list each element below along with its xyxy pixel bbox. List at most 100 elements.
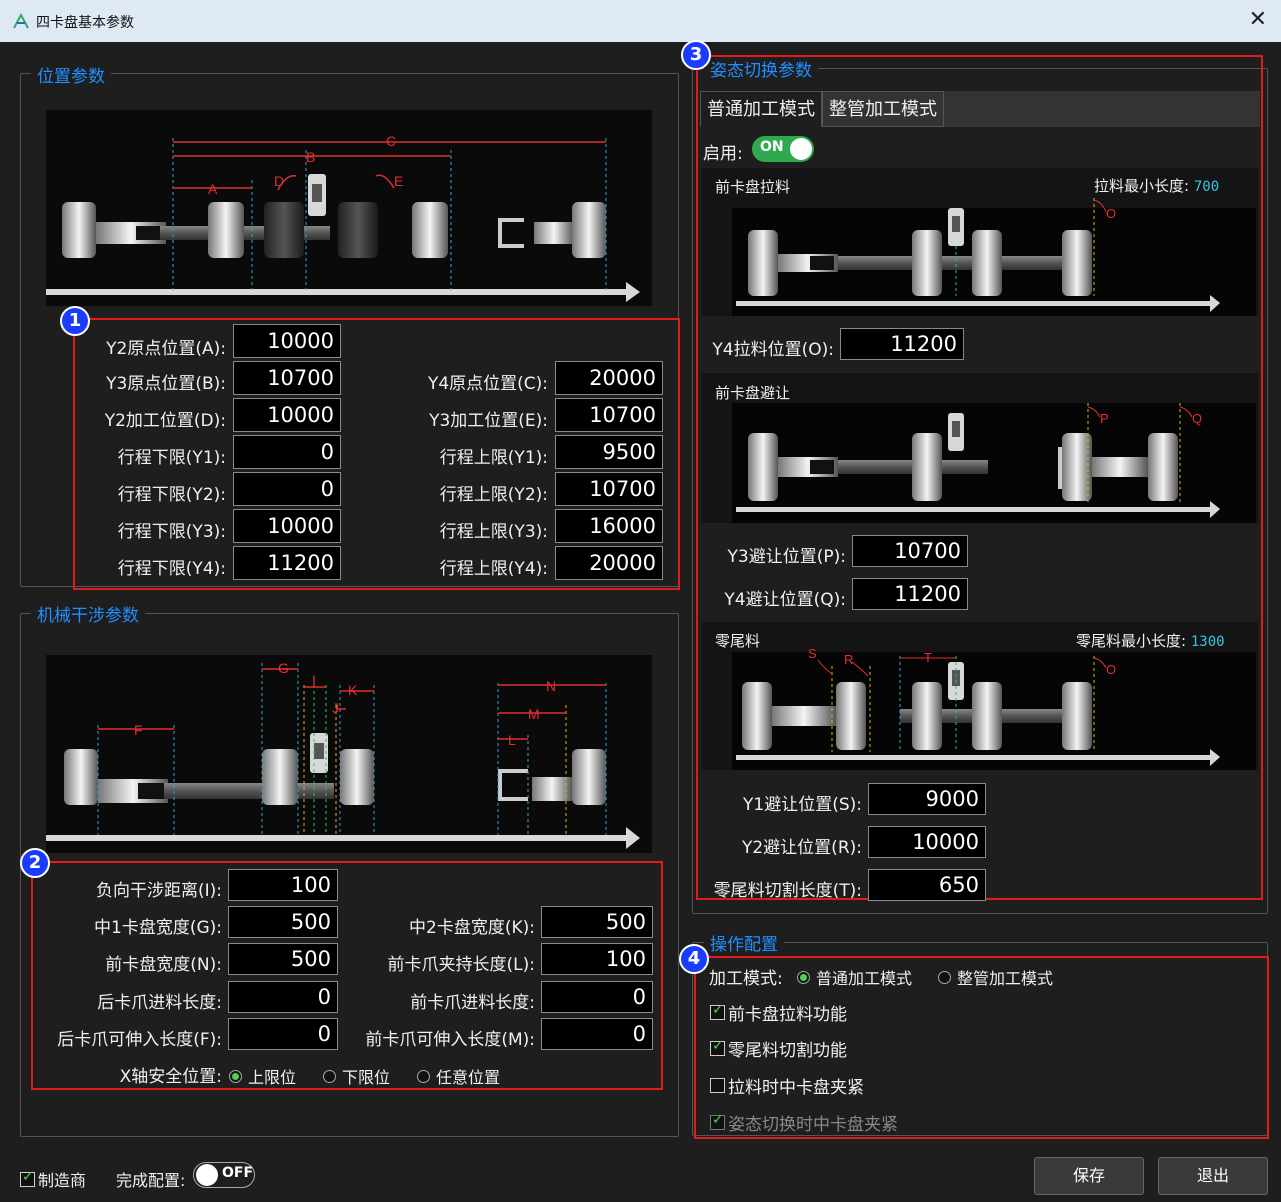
- field-label: 行程下限(Y1):: [117, 448, 226, 468]
- mode-whole-pipe-radio[interactable]: 整管加工模式: [938, 965, 1053, 989]
- field-label: Y2原点位置(A):: [106, 339, 226, 359]
- interference-diagram-drawing: F G I J K N M L: [46, 660, 640, 849]
- close-icon[interactable]: ✕: [1249, 7, 1267, 32]
- position-group-title: 位置参数: [31, 62, 111, 87]
- field-label: 前卡爪可伸入长度(M):: [365, 1030, 535, 1050]
- label-r: R: [844, 652, 853, 667]
- y4-max-input[interactable]: 20000: [555, 546, 663, 580]
- rear-reach-input[interactable]: 0: [228, 1018, 338, 1050]
- field-label: 负向干涉距离(I):: [95, 881, 222, 901]
- tab-whole-pipe-mode[interactable]: 整管加工模式: [822, 91, 944, 127]
- y1-avoid-input[interactable]: 9000: [868, 783, 986, 815]
- badge-2: 2: [20, 848, 50, 878]
- field-label: 中1卡盘宽度(G):: [94, 918, 222, 938]
- y2-max-input[interactable]: 10700: [555, 472, 663, 506]
- y4-min-input[interactable]: 11200: [233, 546, 341, 580]
- front-pull-checkbox[interactable]: 前卡盘拉料功能: [710, 1000, 847, 1025]
- y2-process-input[interactable]: 10000: [233, 398, 341, 432]
- label-p: P: [1100, 411, 1109, 426]
- y4-origin-input[interactable]: 20000: [555, 361, 663, 395]
- exit-button[interactable]: 退出: [1158, 1157, 1268, 1195]
- badge-1: 1: [60, 306, 90, 336]
- field-label: Y4原点位置(C):: [427, 374, 548, 394]
- tail-cut-length-input[interactable]: 650: [868, 869, 986, 901]
- field-label: Y3加工位置(E):: [429, 411, 548, 431]
- field-label: Y2加工位置(D):: [104, 411, 226, 431]
- field-label: 行程下限(Y3):: [117, 522, 226, 542]
- label-o2: O: [1106, 662, 1116, 677]
- y3-max-input[interactable]: 16000: [555, 509, 663, 543]
- y2-avoid-input[interactable]: 10000: [868, 826, 986, 858]
- y2-min-input[interactable]: 0: [233, 472, 341, 506]
- label-d: D: [274, 173, 284, 189]
- y4-avoid-input[interactable]: 11200: [852, 578, 968, 610]
- front-width-input[interactable]: 500: [228, 943, 338, 975]
- front-reach-input[interactable]: 0: [541, 1018, 653, 1050]
- complete-toggle-text: OFF: [222, 1165, 254, 1181]
- enable-toggle-text: ON: [760, 139, 784, 155]
- pull-min-length: 拉料最小长度: 700: [1094, 177, 1220, 195]
- label-s: S: [808, 646, 817, 661]
- position-diagram: C B A D E: [46, 110, 652, 306]
- y1-max-input[interactable]: 9500: [555, 435, 663, 469]
- label-a: A: [208, 181, 218, 197]
- neg-interference-input[interactable]: 100: [228, 869, 338, 901]
- checkbox-checked-icon: [710, 1112, 725, 1130]
- x-safe-upper-radio[interactable]: 上限位: [229, 1064, 296, 1088]
- y3-avoid-input[interactable]: 10700: [852, 535, 968, 567]
- mid1-width-input[interactable]: 500: [228, 906, 338, 938]
- enable-label: 启用:: [703, 144, 743, 164]
- x-safe-label: X轴安全位置:: [119, 1067, 222, 1087]
- badge-4: 4: [679, 944, 709, 974]
- radio-icon: [417, 1069, 430, 1083]
- radio-icon: [938, 970, 951, 984]
- window-title: 四卡盘基本参数: [36, 15, 134, 31]
- x-safe-lower-radio[interactable]: 下限位: [323, 1064, 390, 1088]
- field-label: Y3避让位置(P):: [727, 547, 846, 567]
- enable-toggle[interactable]: ON: [752, 136, 814, 162]
- field-label: 行程上限(Y1):: [439, 448, 548, 468]
- operation-group-title: 操作配置: [704, 930, 784, 955]
- y3-process-input[interactable]: 10700: [555, 398, 663, 432]
- complete-config-label: 完成配置:: [116, 1171, 186, 1190]
- field-label: 后卡爪可伸入长度(F):: [57, 1030, 222, 1050]
- toggle-knob: [196, 1164, 218, 1186]
- tail-caption: 零尾料: [715, 632, 761, 650]
- field-label: 后卡爪进料长度:: [97, 993, 222, 1013]
- field-label: Y1避让位置(S):: [743, 795, 862, 815]
- y1-min-input[interactable]: 0: [233, 435, 341, 469]
- front-feed-length-input[interactable]: 0: [541, 981, 653, 1013]
- label-n: N: [546, 678, 556, 694]
- field-label: 行程上限(Y3):: [439, 522, 548, 542]
- label-g: G: [278, 660, 289, 676]
- checkbox-checked-icon: [710, 1002, 725, 1020]
- label-b: B: [306, 149, 315, 165]
- manufacturer-checkbox[interactable]: 制造商: [20, 1167, 86, 1191]
- x-safe-any-radio[interactable]: 任意位置: [417, 1064, 500, 1088]
- rear-feed-length-input[interactable]: 0: [228, 981, 338, 1013]
- radio-icon: [323, 1069, 336, 1083]
- tail-min-length: 零尾料最小长度: 1300: [1076, 632, 1225, 650]
- label-c: C: [386, 133, 396, 149]
- tail-cut-checkbox[interactable]: 零尾料切割功能: [710, 1036, 847, 1061]
- field-label: Y4避让位置(Q):: [724, 590, 846, 610]
- complete-config-toggle[interactable]: OFF: [193, 1162, 255, 1188]
- label-e: E: [394, 173, 403, 189]
- save-button[interactable]: 保存: [1034, 1157, 1144, 1195]
- y3-min-input[interactable]: 10000: [233, 509, 341, 543]
- tab-normal-mode[interactable]: 普通加工模式: [700, 91, 822, 127]
- mid2-width-input[interactable]: 500: [541, 906, 653, 938]
- field-label: Y2避让位置(R):: [741, 838, 862, 858]
- avoid-caption: 前卡盘避让: [715, 384, 791, 402]
- radio-selected-icon: [229, 1069, 242, 1083]
- checkbox-checked-icon: [20, 1169, 35, 1187]
- mode-normal-radio[interactable]: 普通加工模式: [797, 965, 912, 989]
- label-k: K: [348, 682, 358, 698]
- pull-clamp-checkbox[interactable]: 拉料时中卡盘夹紧: [710, 1073, 864, 1098]
- front-clamp-length-input[interactable]: 100: [541, 943, 653, 975]
- y4-pull-input[interactable]: 11200: [840, 328, 964, 360]
- y3-origin-input[interactable]: 10700: [233, 361, 341, 395]
- y2-origin-input[interactable]: 10000: [233, 324, 341, 358]
- label-m: M: [528, 706, 540, 722]
- field-label: Y4拉料位置(O):: [712, 340, 834, 360]
